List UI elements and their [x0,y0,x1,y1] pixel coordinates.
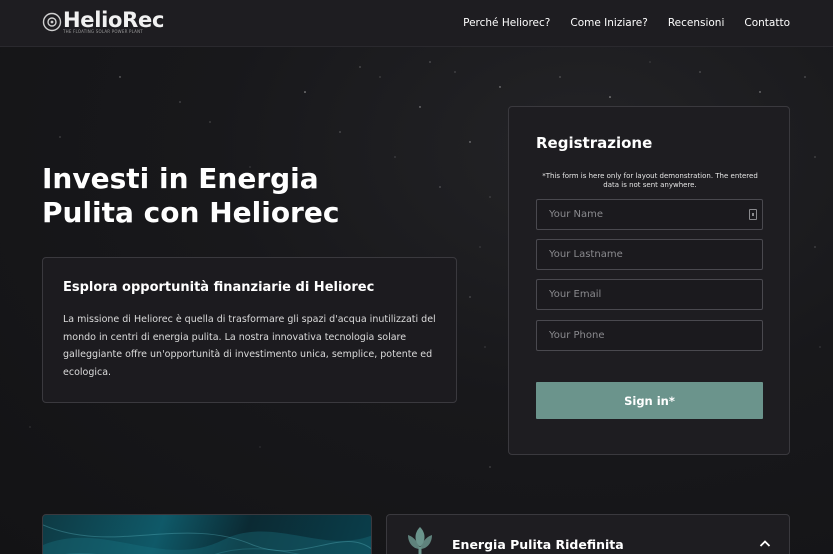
autofill-contact-icon[interactable] [749,209,757,220]
logo-sun-icon [42,12,62,32]
nav-link-perche[interactable]: Perché Heliorec? [463,17,550,29]
water-texture-image [43,524,371,554]
nav-link-contatto[interactable]: Contatto [744,17,790,29]
email-field[interactable] [536,279,763,310]
info-title: Esplora opportunità finanziarie di Helio… [63,280,375,295]
nav-link-recensioni[interactable]: Recensioni [668,17,725,29]
main-nav: Perché Heliorec? Come Iniziare? Recensio… [463,17,790,29]
sign-in-button[interactable]: Sign in* [536,382,763,419]
accordion-title: Energia Pulita Ridefinita [452,537,624,552]
site-header: HelioRec THE FLOATING SOLAR POWER PLANT … [0,0,833,47]
feature-image [42,514,372,554]
accordion-energia-pulita[interactable]: Energia Pulita Ridefinita [386,514,790,554]
solar-leaf-icon [408,527,432,554]
phone-field[interactable] [536,320,763,351]
lastname-field[interactable] [536,239,763,270]
form-title: Registrazione [536,134,653,152]
chevron-up-icon[interactable] [759,539,771,549]
registration-form: Registrazione *This form is here only fo… [508,106,790,455]
brand-logo[interactable]: HelioRec THE FLOATING SOLAR POWER PLANT [42,8,172,38]
info-body: La missione di Heliorec è quella di tras… [63,314,436,378]
nav-link-come-iniziare[interactable]: Come Iniziare? [570,17,647,29]
hero-headline: Investi in Energia Pulita con Heliorec [42,162,340,229]
brand-tagline: THE FLOATING SOLAR POWER PLANT [63,29,143,34]
info-card: Esplora opportunità finanziarie di Helio… [42,257,457,403]
form-disclaimer: *This form is here only for layout demon… [542,172,758,189]
name-field[interactable] [536,199,763,230]
